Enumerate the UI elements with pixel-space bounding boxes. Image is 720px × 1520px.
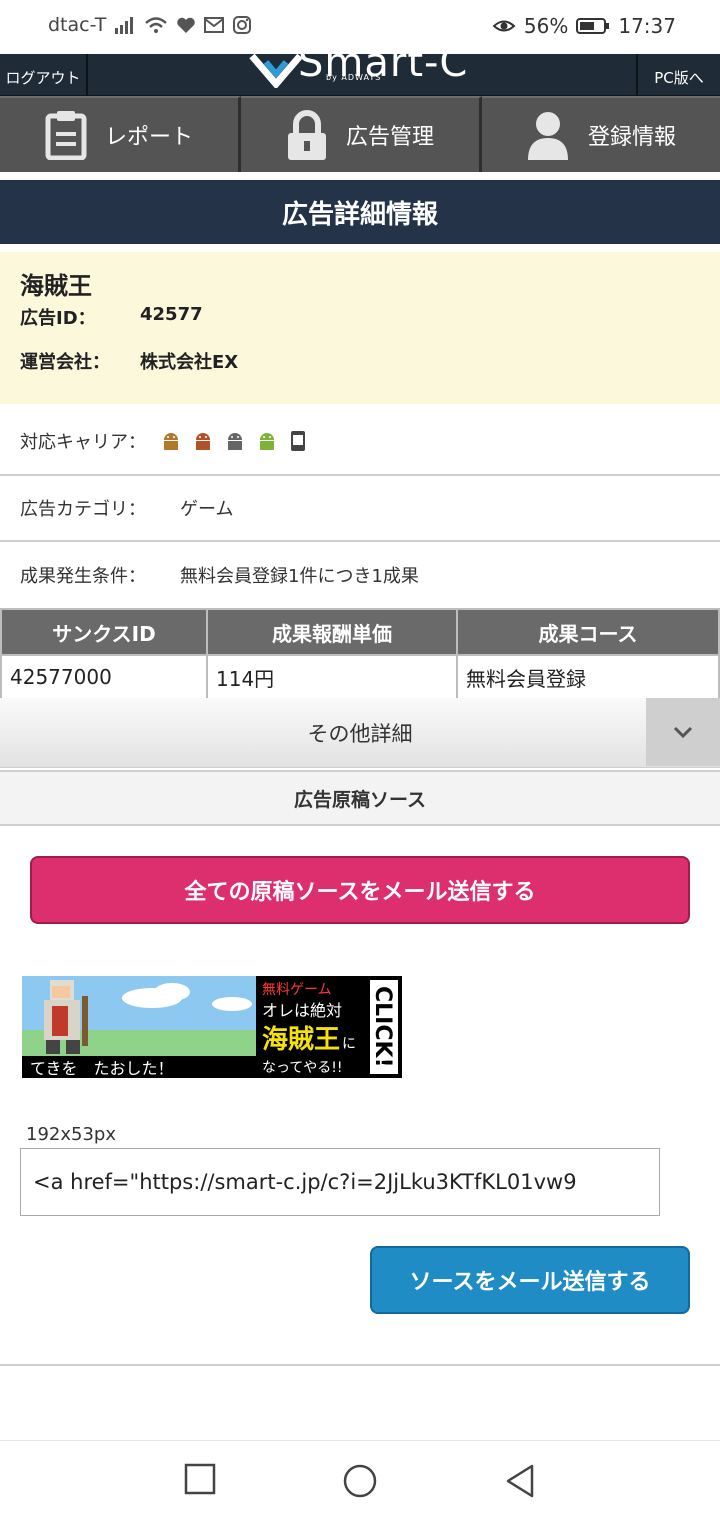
- source-section-header: 広告原稿ソース: [0, 770, 720, 826]
- table-header-row: サンクスID 成果報酬単価 成果コース: [0, 608, 720, 656]
- banner-free-game: 無料ゲーム: [262, 982, 332, 998]
- col-header: 成果報酬単価: [206, 608, 458, 656]
- logo-mark-icon: [249, 53, 303, 88]
- main-tabs: レポート 広告管理 登録情報: [0, 96, 720, 172]
- banner-caption: てきを たおした！: [30, 1059, 174, 1078]
- banner-line1: オレは絶対: [262, 1001, 342, 1020]
- carrier-row: 対応キャリア：: [0, 408, 720, 476]
- condition-value: 無料会員登録1件につき1成果: [180, 566, 419, 587]
- page-title: 広告詳細情報: [0, 180, 720, 244]
- back-icon[interactable]: [504, 1463, 536, 1503]
- battery-percent: 56%: [523, 14, 569, 38]
- logo-byline: by ADWAYS: [326, 73, 382, 82]
- user-icon: [526, 110, 570, 160]
- app-header: ログアウト Smart-C by ADWAYS PC版へ: [0, 40, 720, 96]
- col-header: 成果コース: [456, 608, 720, 656]
- tab-registration-label: 登録情報: [587, 125, 676, 150]
- system-nav-bar: [0, 1440, 720, 1520]
- reward-table: サンクスID 成果報酬単価 成果コース 42577000 114円 無料会員登録: [0, 608, 720, 700]
- mail-all-sources-button[interactable]: 全ての原稿ソースをメール送信する: [30, 856, 690, 924]
- condition-label: 成果発生条件：: [20, 566, 146, 587]
- lock-icon: [286, 109, 328, 161]
- logout-button[interactable]: ログアウト: [0, 54, 88, 96]
- category-row: 広告カテゴリ： ゲーム: [0, 476, 720, 542]
- ad-id-value: 42577: [140, 304, 203, 325]
- banner-line2: 海賊王: [262, 1025, 340, 1055]
- ad-id-row: 広告ID： 42577: [20, 304, 203, 330]
- home-icon[interactable]: [342, 1463, 378, 1503]
- android-icon: [228, 433, 242, 450]
- condition-row: 成果発生条件： 無料会員登録1件につき1成果: [0, 542, 720, 608]
- tab-ad-management[interactable]: 広告管理: [241, 96, 482, 172]
- clipboard-icon: [45, 110, 87, 160]
- clock: 17:37: [618, 14, 676, 38]
- banner-size-label: 192x53px: [26, 1124, 116, 1145]
- banner-line2b: に: [342, 1036, 356, 1052]
- tab-ad-management-label: 広告管理: [345, 125, 434, 150]
- recents-icon[interactable]: [184, 1463, 216, 1499]
- tab-report-label: レポート: [104, 125, 193, 150]
- tab-report[interactable]: レポート: [0, 96, 241, 172]
- status-right: 56% 17:37: [492, 14, 676, 38]
- ad-id-label: 広告ID：: [20, 308, 96, 329]
- mail-icon: [204, 16, 225, 34]
- tab-registration[interactable]: 登録情報: [482, 96, 720, 172]
- chevron-down-icon[interactable]: [646, 698, 720, 766]
- signal-icon: [114, 16, 136, 34]
- mail-source-button[interactable]: ソースをメール送信する: [370, 1246, 690, 1314]
- smart-c-logo[interactable]: Smart-C by ADWAYS: [240, 40, 480, 96]
- wifi-icon: [144, 16, 168, 34]
- divider: [0, 1364, 720, 1366]
- android-icon: [260, 433, 274, 450]
- company-row: 運営会社： 株式会社EX: [20, 348, 238, 374]
- carrier-name: dtac-T: [48, 14, 107, 36]
- table-cell: 42577000: [0, 654, 208, 700]
- ad-name: 海賊王: [20, 272, 92, 300]
- pc-version-button[interactable]: PC版へ: [636, 54, 720, 96]
- category-value: ゲーム: [180, 499, 234, 520]
- category-label: 広告カテゴリ：: [20, 499, 146, 520]
- android-icon: [196, 433, 210, 450]
- smartphone-icon: [291, 431, 305, 451]
- banner-click: CLICK!: [370, 986, 395, 1068]
- other-details-label: その他詳細: [307, 721, 413, 746]
- table-cell: 114円: [206, 654, 458, 700]
- other-details-toggle[interactable]: その他詳細: [0, 698, 720, 768]
- heart-icon: [176, 16, 196, 34]
- banner-line3: なってやる!!: [262, 1060, 343, 1076]
- table-row: 42577000 114円 無料会員登録: [0, 654, 720, 700]
- company-label: 運営会社：: [20, 352, 110, 373]
- table-cell: 無料会員登録: [456, 654, 720, 700]
- carrier-icons: [160, 430, 308, 452]
- instagram-icon: [232, 15, 252, 35]
- source-code-field[interactable]: [20, 1148, 660, 1216]
- carrier-label: 対応キャリア：: [20, 432, 146, 453]
- status-left: dtac-T: [48, 14, 252, 36]
- eye-icon: [492, 17, 516, 35]
- logo-text: Smart-C: [298, 40, 469, 86]
- battery-icon: [576, 17, 610, 35]
- col-header: サンクスID: [0, 608, 208, 656]
- company-value: 株式会社EX: [140, 352, 239, 373]
- android-icon: [164, 433, 178, 450]
- ad-info-panel: 海賊王 広告ID： 42577 運営会社： 株式会社EX: [0, 252, 720, 404]
- ad-banner-image[interactable]: てきを たおした！ 無料ゲーム オレは絶対 海賊王 に なってやる!! CLIC…: [22, 976, 402, 1078]
